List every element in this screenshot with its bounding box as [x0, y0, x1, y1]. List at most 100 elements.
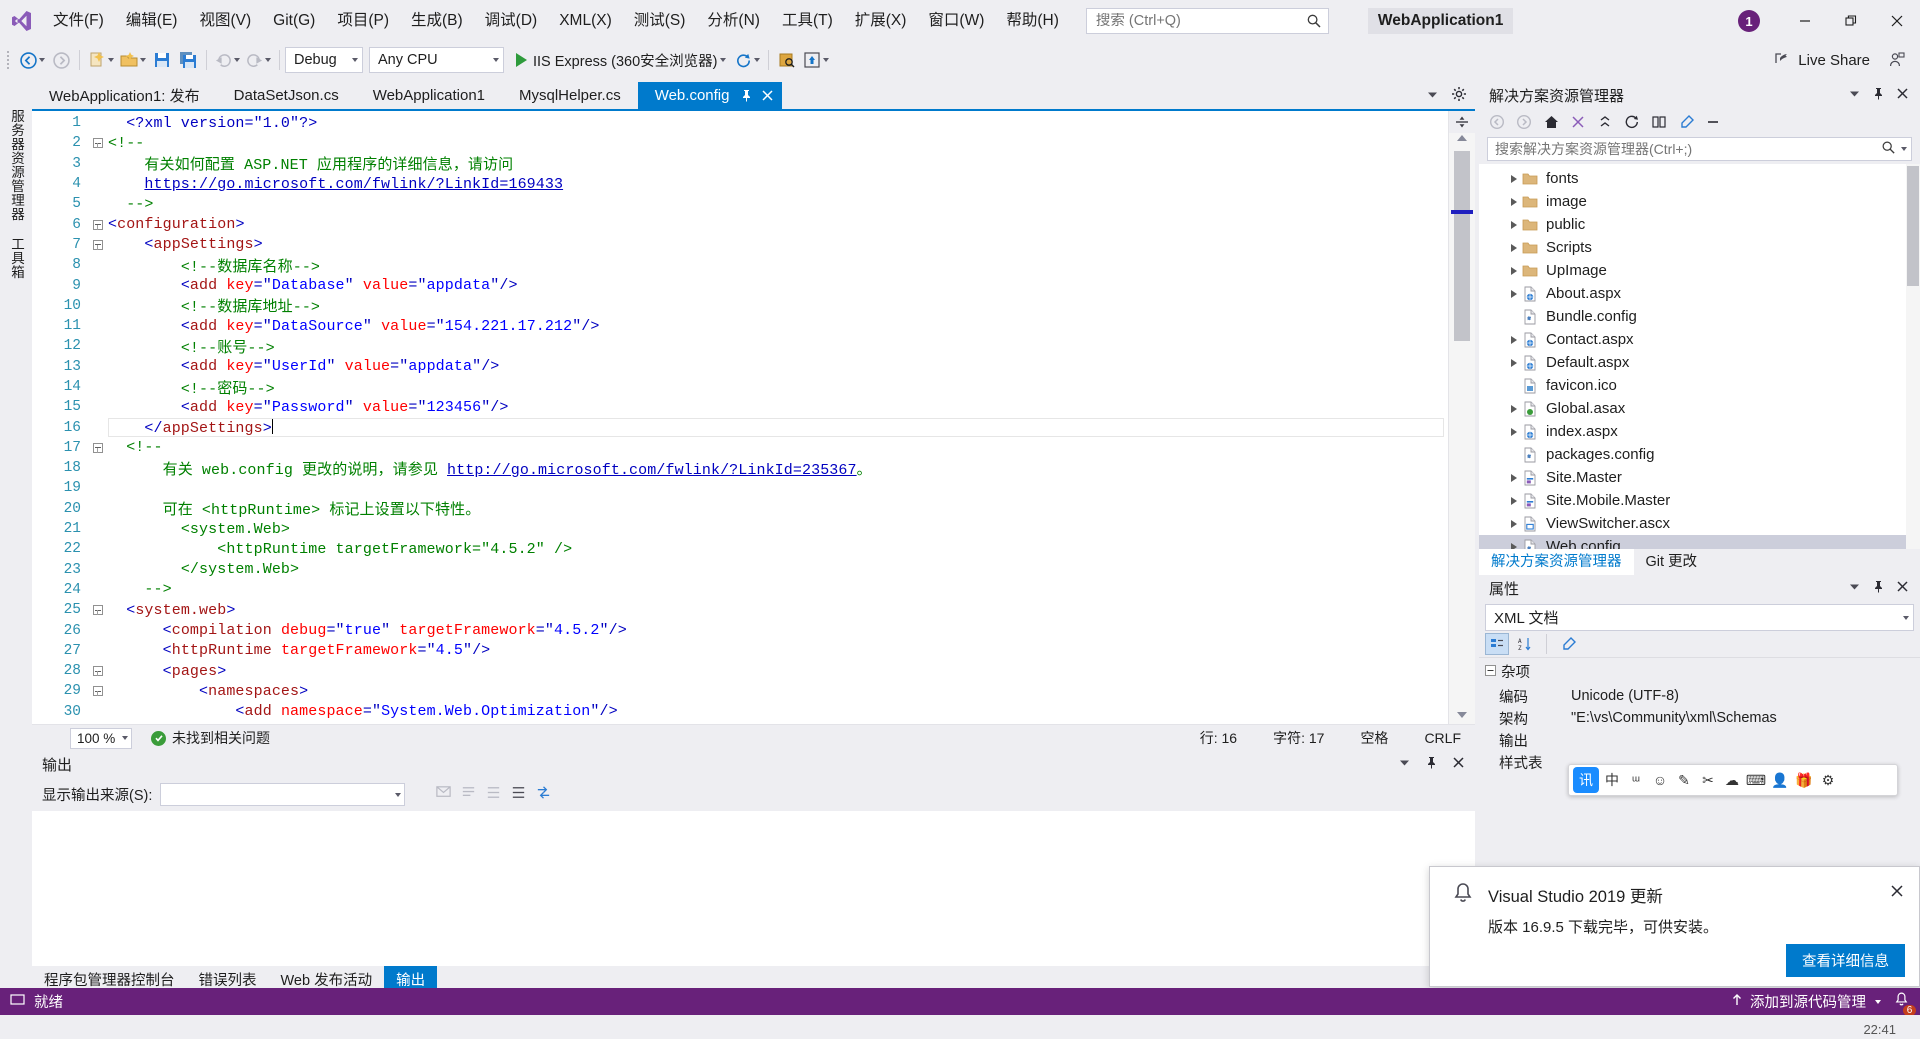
collapse-all-icon[interactable] — [1593, 110, 1617, 134]
code-line[interactable]: 5 --> — [32, 194, 1448, 214]
code-text[interactable]: <add key="DataSource" value="154.221.17.… — [108, 318, 600, 335]
ime-mode-chinese[interactable]: 中 — [1601, 767, 1623, 793]
categorized-icon[interactable] — [1485, 633, 1509, 655]
tree-item-default-aspx[interactable]: Default.aspx — [1479, 351, 1920, 374]
quick-launch-search[interactable] — [1086, 8, 1329, 34]
code-text[interactable]: <system.Web> — [108, 521, 290, 538]
tree-item-global-asax[interactable]: Global.asax — [1479, 397, 1920, 420]
line-ending-indicator[interactable]: CRLF — [1424, 730, 1461, 746]
code-line[interactable]: 2<!-- — [32, 133, 1448, 153]
fold-margin[interactable] — [88, 666, 108, 676]
search-input[interactable] — [1096, 13, 1306, 29]
undo-button[interactable] — [212, 46, 243, 74]
menu-edit[interactable]: 编辑(E) — [115, 0, 189, 42]
menu-xml[interactable]: XML(X) — [548, 0, 623, 42]
tree-item-about-aspx[interactable]: About.aspx — [1479, 282, 1920, 305]
show-all-files-icon[interactable] — [1647, 110, 1671, 134]
pin-icon[interactable] — [1872, 580, 1885, 597]
navigate-back-button[interactable] — [17, 46, 48, 74]
collapse-icon[interactable] — [93, 686, 103, 696]
sidebar-item-server-explorer[interactable]: 服务器资源管理器 — [4, 101, 28, 229]
code-text[interactable]: https://go.microsoft.com/fwlink/?LinkId=… — [108, 176, 563, 193]
chevron-right-icon[interactable] — [1505, 497, 1522, 505]
code-text[interactable]: <!-- — [108, 135, 144, 152]
scrollbar-thumb[interactable] — [1454, 151, 1470, 341]
chevron-right-icon[interactable] — [1505, 221, 1522, 229]
collapse-icon[interactable] — [93, 666, 103, 676]
refresh-button[interactable] — [732, 46, 763, 74]
tree-item-index-aspx[interactable]: index.aspx — [1479, 420, 1920, 443]
find-message-icon[interactable] — [435, 784, 452, 805]
navigate-back-caret-icon[interactable] — [39, 58, 45, 62]
chevron-down-icon[interactable] — [1848, 87, 1861, 104]
code-text[interactable]: --> — [108, 196, 154, 213]
menu-extensions[interactable]: 扩展(X) — [844, 0, 918, 42]
code-line[interactable]: 8 <!--数据库名称--> — [32, 255, 1448, 275]
code-line[interactable]: 3 有关如何配置 ASP.NET 应用程序的详细信息，请访问 — [32, 154, 1448, 174]
navigate-forward-button[interactable] — [48, 46, 74, 74]
fold-margin[interactable] — [88, 220, 108, 230]
code-text[interactable]: <system.web> — [108, 602, 235, 619]
code-line[interactable]: 17 <!-- — [32, 438, 1448, 458]
code-line[interactable]: 13 <add key="UserId" value="appdata"/> — [32, 357, 1448, 377]
search-icon[interactable] — [1881, 140, 1896, 159]
properties-object-combo[interactable]: XML 文档 — [1485, 604, 1914, 631]
collapse-icon[interactable] — [93, 138, 103, 148]
account-notification-badge[interactable]: 1 — [1738, 10, 1760, 32]
alphabetical-icon[interactable]: AZ — [1513, 633, 1537, 655]
editor-vertical-scrollbar[interactable] — [1448, 111, 1475, 724]
tree-item-viewswitcher-ascx[interactable]: ViewSwitcher.ascx — [1479, 512, 1920, 535]
code-text[interactable]: <!--账号--> — [108, 336, 275, 357]
code-line[interactable]: 25 <system.web> — [32, 600, 1448, 620]
code-line[interactable]: 23 </system.Web> — [32, 560, 1448, 580]
new-item-button[interactable] — [85, 46, 117, 74]
minimize-button[interactable] — [1782, 5, 1828, 37]
code-text[interactable]: </system.Web> — [108, 561, 299, 578]
code-text[interactable]: <appSettings> — [108, 236, 263, 253]
ime-clipboard-icon[interactable]: ✂ — [1697, 767, 1719, 793]
tab-mysqlhelper-cs[interactable]: MysqlHelper.cs — [502, 82, 638, 109]
code-text-area[interactable]: 1 <?xml version="1.0"?>2<!--3 有关如何配置 ASP… — [32, 111, 1448, 724]
scroll-down-arrow[interactable] — [1457, 712, 1467, 718]
close-icon[interactable] — [1896, 87, 1909, 104]
menu-view[interactable]: 视图(V) — [188, 0, 262, 42]
toolbar-grip[interactable] — [6, 50, 14, 70]
code-text[interactable]: <namespaces> — [108, 683, 308, 700]
code-line[interactable]: 26 <compilation debug="true" targetFrame… — [32, 620, 1448, 640]
ime-cloud-icon[interactable]: ☁ — [1721, 767, 1743, 793]
output-panel-body[interactable] — [32, 811, 1475, 966]
chevron-right-icon[interactable] — [1505, 290, 1522, 298]
scroll-up-arrow[interactable] — [1457, 135, 1467, 141]
code-line[interactable]: 9 <add key="Database" value="appdata"/> — [32, 275, 1448, 295]
save-all-button[interactable] — [175, 46, 201, 74]
tree-item-image[interactable]: image — [1479, 190, 1920, 213]
chevron-right-icon[interactable] — [1505, 267, 1522, 275]
solution-tree[interactable]: fontsimagepublicScriptsUpImageAbout.aspx… — [1479, 164, 1920, 549]
forward-icon[interactable] — [1512, 110, 1536, 134]
tree-item-public[interactable]: public — [1479, 213, 1920, 236]
code-line[interactable]: 21 <system.Web> — [32, 519, 1448, 539]
indentation-indicator[interactable]: 空格 — [1360, 728, 1388, 748]
code-line[interactable]: 14 <!--密码--> — [32, 377, 1448, 397]
code-text[interactable]: <add key="Database" value="appdata"/> — [108, 277, 518, 294]
menu-build[interactable]: 生成(B) — [400, 0, 474, 42]
chevron-right-icon[interactable] — [1505, 428, 1522, 436]
start-debug-button[interactable]: IIS Express (360安全浏览器) — [510, 46, 732, 74]
chevron-down-icon[interactable] — [1901, 147, 1907, 151]
ime-user-icon[interactable]: 👤 — [1769, 767, 1791, 793]
refresh-icon[interactable] — [1620, 110, 1644, 134]
menu-debug[interactable]: 调试(D) — [474, 0, 549, 42]
close-icon[interactable] — [1452, 756, 1465, 773]
sidebar-item-toolbox[interactable]: 工具箱 — [4, 229, 28, 287]
collapse-icon[interactable] — [93, 605, 103, 615]
code-text[interactable]: <!--数据库地址--> — [108, 295, 320, 316]
chevron-down-icon[interactable] — [122, 736, 128, 740]
tree-item-site-master[interactable]: Site.Master — [1479, 466, 1920, 489]
code-line[interactable]: 28 <pages> — [32, 661, 1448, 681]
tree-item-bundle-config[interactable]: Bundle.config — [1479, 305, 1920, 328]
menu-window[interactable]: 窗口(W) — [917, 0, 995, 42]
preview-selected-items-button[interactable] — [774, 46, 800, 74]
active-files-dropdown-icon[interactable] — [1426, 88, 1439, 105]
home-icon[interactable] — [1539, 110, 1563, 134]
ime-emoji-icon[interactable]: ☺ — [1649, 767, 1671, 793]
